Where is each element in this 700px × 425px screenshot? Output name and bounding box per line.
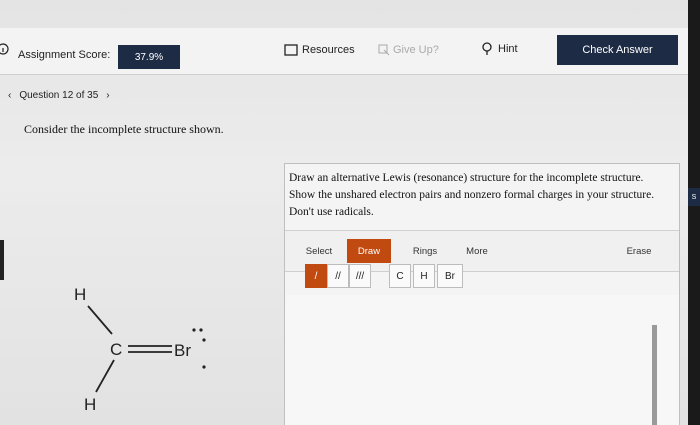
resources-icon [284, 44, 298, 56]
side-tab[interactable]: S [688, 188, 700, 206]
info-icon [0, 43, 10, 55]
lone-pair-dot [192, 328, 196, 332]
question-nav: ‹ Question 12 of 35 › [8, 90, 110, 101]
drawing-canvas[interactable] [285, 295, 679, 425]
erase-tab[interactable]: Erase [617, 239, 661, 263]
draw-tab[interactable]: Draw [347, 239, 391, 263]
right-edge [688, 0, 700, 425]
single-bond-button[interactable]: / [305, 264, 327, 288]
prev-question-icon[interactable]: ‹ [8, 90, 11, 101]
more-tab[interactable]: More [455, 239, 499, 263]
assignment-score-badge: 37.9% [118, 45, 180, 69]
question-prompt: Consider the incomplete structure shown. [24, 122, 224, 136]
double-bond-button[interactable]: // [327, 264, 349, 288]
atom-br: Br [174, 341, 191, 360]
select-tab[interactable]: Select [297, 239, 341, 263]
lone-pair-dot [199, 328, 203, 332]
atom-c: C [110, 340, 122, 359]
drawing-panel: Draw an alternative Lewis (resonance) st… [284, 163, 680, 425]
lone-pair-dot [202, 365, 206, 369]
hint-label: Hint [498, 43, 518, 55]
triple-bond-button[interactable]: /// [349, 264, 371, 288]
panel-scrollbar[interactable] [652, 325, 657, 425]
bond-h-c-top [87, 305, 113, 335]
give-up-label: Give Up? [393, 44, 439, 56]
next-question-icon[interactable]: › [106, 90, 109, 101]
atom-h-top: H [74, 285, 86, 304]
lone-pair-dot [202, 338, 206, 342]
rings-tab[interactable]: Rings [403, 239, 447, 263]
give-up-button[interactable]: Give Up? [378, 44, 439, 56]
lightbulb-icon [482, 42, 492, 55]
give-up-icon [378, 44, 390, 56]
resources-button[interactable]: Resources [284, 44, 355, 56]
carbon-atom-button[interactable]: C [389, 264, 411, 288]
bromine-atom-button[interactable]: Br [437, 264, 463, 288]
atom-h-bottom: H [84, 395, 96, 414]
molecule-structure: H C Br H [74, 285, 206, 414]
assignment-score-label: Assignment Score: [18, 49, 111, 61]
question-counter: Question 12 of 35 [19, 90, 99, 101]
screen: Assignment Score: 37.9% Resources Give U… [0, 0, 700, 425]
check-answer-button[interactable]: Check Answer [557, 35, 678, 65]
left-edge [0, 240, 4, 280]
bond-c-h-bottom [95, 359, 115, 393]
resources-label: Resources [302, 44, 355, 56]
panel-instructions: Draw an alternative Lewis (resonance) st… [289, 172, 655, 218]
hint-button[interactable]: Hint [482, 42, 518, 56]
hydrogen-atom-button[interactable]: H [413, 264, 435, 288]
